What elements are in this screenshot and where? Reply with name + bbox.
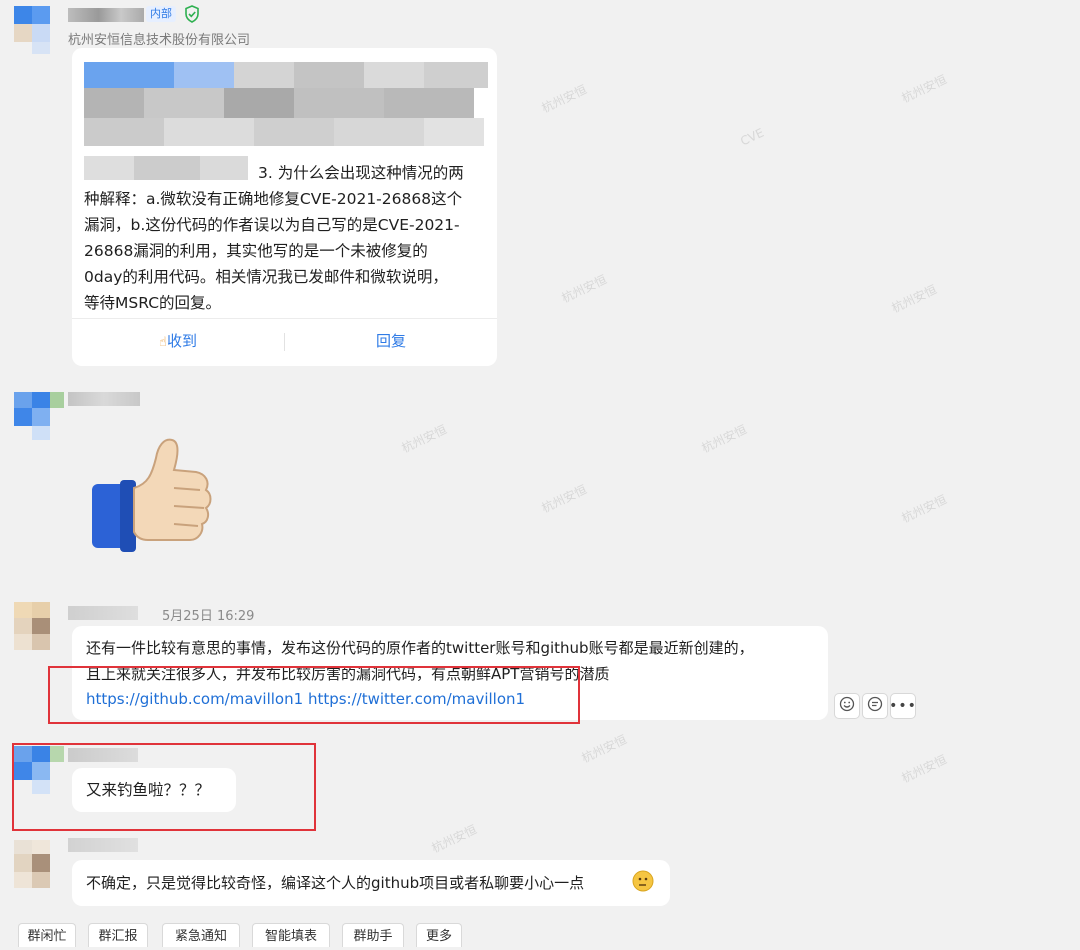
avatar[interactable] (14, 6, 64, 56)
message-text-1: 种解释：a.微软没有正确地修复CVE-2021-26868这个 漏洞，b.这份代… (84, 186, 494, 316)
comment-icon (867, 696, 883, 716)
ok-hand-icon: ☝ (159, 335, 167, 350)
more-dots-icon: ••• (889, 698, 917, 714)
highlight-box-reply (12, 743, 316, 831)
sender-name-blurred (68, 838, 138, 852)
message-timestamp: 5月25日 16:29 (162, 609, 255, 624)
thumbs-up-sticker (88, 432, 216, 554)
reply-button[interactable]: 回复 (285, 330, 497, 354)
highlight-box-links (48, 666, 580, 724)
toolbar-smart-form[interactable]: 智能填表 (252, 923, 330, 947)
sender-name-blurred (68, 392, 140, 406)
reply-button-label: 回复 (375, 332, 406, 350)
smile-icon (839, 696, 855, 716)
message-line: 漏洞，b.这份代码的作者误以为自己写的是CVE-2021- (84, 216, 460, 234)
message-line: 还有一件比较有意思的事情，发布这份代码的原作者的twitter账号和github… (86, 639, 754, 657)
sender-name-blurred (68, 606, 138, 620)
toolbar-urgent-notice[interactable]: 紧急通知 (162, 923, 240, 947)
reply-comment-button[interactable] (862, 693, 888, 719)
message-bubble-5: 不确定，只是觉得比较奇怪，编译这个人的github项目或者私聊要小心一点 (72, 860, 670, 906)
message-bubble-1: 3. 为什么会出现这种情况的两 种解释：a.微软没有正确地修复CVE-2021-… (72, 48, 497, 366)
toolbar-group-assistant[interactable]: 群助手 (342, 923, 404, 947)
toolbar-more[interactable]: 更多 (416, 923, 462, 947)
thinking-face-icon (632, 870, 654, 896)
more-actions-button[interactable]: ••• (889, 693, 917, 719)
emoji-reaction-button[interactable] (834, 693, 860, 719)
message-line: 0day的利用代码。相关情况我已发邮件和微软说明， (84, 268, 448, 286)
toolbar-qunhuibao[interactable]: 群汇报 (88, 923, 148, 947)
ack-button[interactable]: ☝收到 (72, 330, 284, 354)
bubble-divider (72, 318, 497, 319)
message-line-1: 3. 为什么会出现这种情况的两 (258, 164, 464, 182)
message-line: 等待MSRC的回复。 (84, 294, 222, 312)
toolbar-qunxianmang[interactable]: 群闲忙 (18, 923, 76, 947)
sender-company: 杭州安恒信息技术股份有限公司 (68, 33, 251, 48)
avatar[interactable] (14, 840, 64, 890)
verified-shield-icon (184, 5, 200, 27)
avatar[interactable] (14, 392, 64, 442)
message-text-5: 不确定，只是觉得比较奇怪，编译这个人的github项目或者私聊要小心一点 (86, 874, 585, 892)
sender-name-blurred (68, 8, 144, 22)
message-line: 种解释：a.微软没有正确地修复CVE-2021-26868这个 (84, 190, 463, 208)
message-line: 26868漏洞的利用，其实他写的是一个未被修复的 (84, 242, 428, 260)
avatar[interactable] (14, 602, 64, 652)
internal-badge: 内部 (146, 6, 176, 22)
ack-button-label: 收到 (166, 332, 197, 350)
